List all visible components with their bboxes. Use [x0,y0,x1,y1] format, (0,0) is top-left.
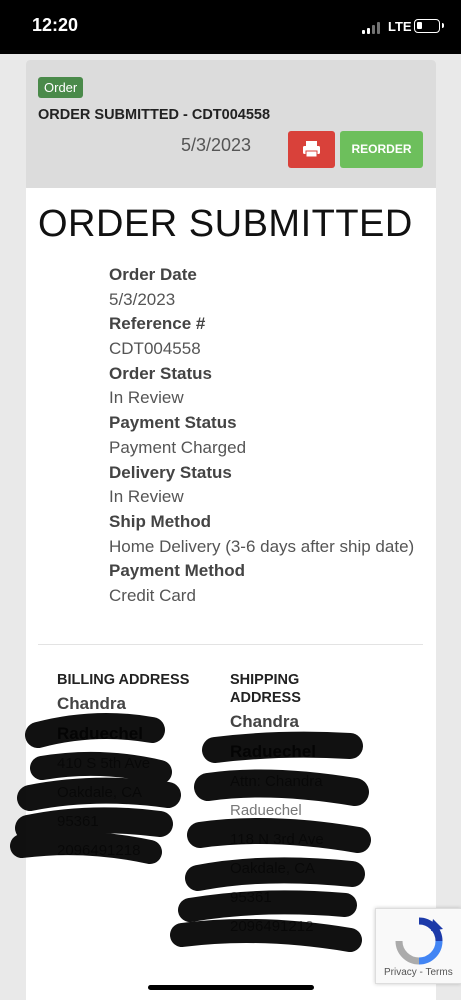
shipping-line: 118 N 3rd Ave [230,831,324,848]
order-header-date: 5/3/2023 [181,135,252,155]
shipping-line: Oakdale, CA [230,860,316,877]
reorder-button[interactable]: REORDER [340,131,423,168]
detail-label: Ship Method [109,511,211,531]
billing-heading: BILLING ADDRESS [57,672,190,688]
detail-label: Payment Method [109,561,246,581]
billing-name: Raduechel [57,724,143,743]
detail-value: Credit Card [109,585,196,605]
shipping-address: SHIPPING ADDRESS Chandra Raduechel Attn:… [230,671,324,941]
recaptcha-badge[interactable]: Privacy - Terms [375,908,461,984]
shipping-name: Raduechel [230,742,316,761]
billing-line: 2096491218 [57,842,141,859]
shipping-line: 2096491212 [230,918,314,935]
print-button[interactable] [288,131,335,168]
shipping-heading: SHIPPING [230,672,300,688]
page-title: ORDER SUBMITTED [38,203,413,245]
billing-line: 95361 [57,813,99,830]
detail-label: Delivery Status [109,462,232,482]
shipping-line: Raduechel [230,802,302,819]
shipping-line: 95361 [230,889,272,906]
detail-value: Payment Charged [109,437,247,457]
detail-label: Payment Status [109,413,237,433]
status-time: 12:20 [32,15,79,35]
billing-line: 410 S 5th Ave [57,755,151,772]
detail-label: Reference # [109,314,206,334]
order-card: Order ORDER SUBMITTED - CDT004558 5/3/20… [26,60,436,1000]
detail-value: In Review [109,487,184,507]
shipping-heading: ADDRESS [230,690,301,706]
detail-value: In Review [109,388,184,408]
network-label: LTE [388,19,412,34]
shipping-line: Attn: Chandra [230,773,323,790]
status-bar: 12:20 LTE [0,0,461,54]
home-indicator [148,985,314,990]
recaptcha-links[interactable]: Privacy - Terms [384,967,453,978]
battery-icon [414,19,444,33]
detail-value: CDT004558 [109,339,201,359]
order-header: Order ORDER SUBMITTED - CDT004558 5/3/20… [26,60,436,188]
detail-value: 5/3/2023 [109,289,176,309]
section-divider [38,644,423,645]
order-badge: Order [38,77,84,98]
recaptcha-icon [395,917,443,965]
detail-value: Home Delivery (3-6 days after ship date) [109,536,415,556]
billing-name: Chandra [57,694,126,713]
billing-address: BILLING ADDRESS Chandra Raduechel 410 S … [57,671,189,865]
shipping-name: Chandra [230,712,299,731]
detail-label: Order Status [109,363,212,383]
signal-icon [362,22,384,34]
order-details: Order Date 5/3/2023 Reference # CDT00455… [109,263,414,609]
printer-icon [303,141,320,158]
order-header-title: ORDER SUBMITTED - CDT004558 [38,107,271,123]
billing-line: Oakdale, CA [57,784,143,801]
detail-label: Order Date [109,265,197,284]
